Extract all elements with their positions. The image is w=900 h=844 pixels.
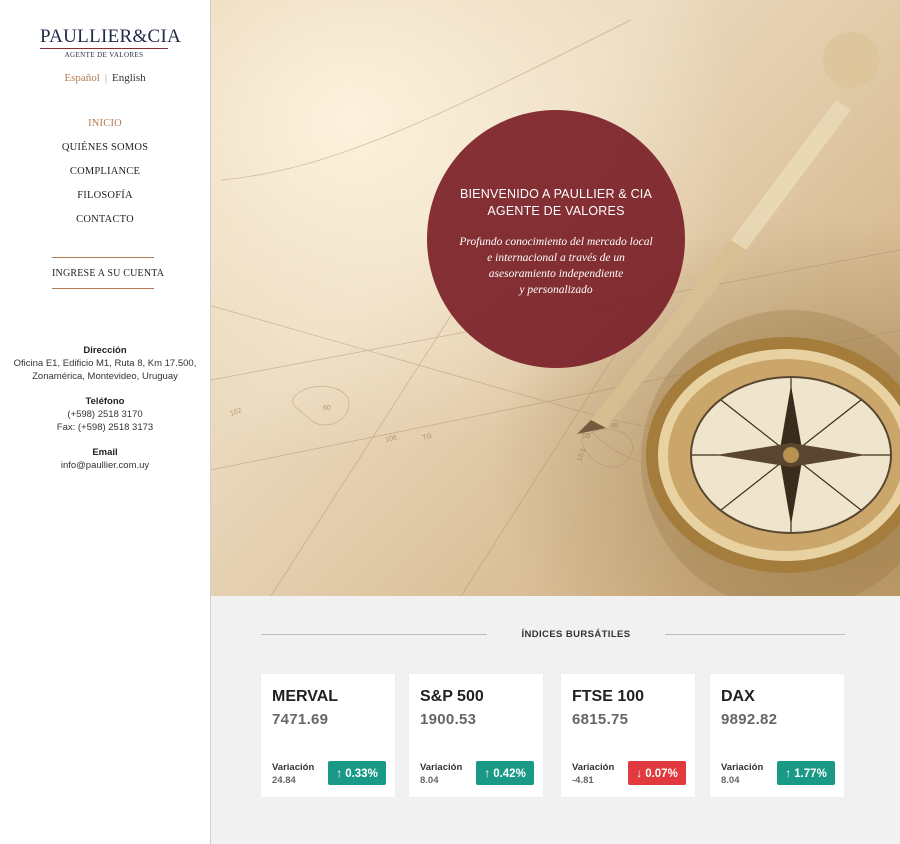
arrow-down-icon: ↓: [636, 766, 643, 780]
variation-label: Variación: [721, 762, 764, 773]
index-name: S&P 500: [420, 688, 484, 705]
variation-label: Variación: [420, 762, 463, 773]
svg-text:60: 60: [323, 405, 331, 412]
stock-indices-section: ÍNDICES BURSÁTILES MERVAL 7471.69 Variac…: [211, 596, 900, 844]
indices-heading-label: ÍNDICES BURSÁTILES: [521, 629, 631, 640]
address-block: Dirección Oficina E1, Edificio M1, Ruta …: [8, 344, 202, 383]
nav-item-filosofia[interactable]: FILOSOFÍA: [0, 188, 210, 212]
phone-block: Teléfono (+598) 2518 3170 Fax: (+598) 25…: [8, 395, 202, 434]
nav-item-compliance[interactable]: COMPLIANCE: [0, 164, 210, 188]
language-spanish-link[interactable]: Español: [64, 72, 99, 84]
svg-text:85: 85: [611, 423, 619, 430]
compass-image: [641, 310, 900, 596]
index-value: 6815.75: [572, 711, 629, 728]
change-percent: 1.77%: [794, 768, 827, 780]
brand-tagline: AGENTE DE VALORES: [64, 51, 144, 59]
welcome-title-line1: BIENVENIDO A PAULLIER & CIA: [459, 187, 653, 201]
variation-value: 8.04: [721, 775, 740, 786]
contact-info: Dirección Oficina E1, Edificio M1, Ruta …: [8, 344, 202, 484]
address-text: Oficina E1, Edificio M1, Ruta 8, Km 17.5…: [13, 358, 197, 382]
svg-text:TG: TG: [581, 433, 591, 440]
index-card-merval: MERVAL 7471.69 Variación 24.84 ↑ 0.33%: [261, 674, 395, 797]
variation-label: Variación: [272, 762, 315, 773]
brand-name: PAULLIER&CIA: [40, 26, 182, 47]
index-card-sp500: S&P 500 1900.53 Variación 8.04 ↑ 0.42%: [409, 674, 543, 797]
index-card-dax: DAX 9892.82 Variación 8.04 ↑ 1.77%: [710, 674, 844, 797]
heading-rule-right: [665, 634, 845, 635]
change-badge: ↓ 0.07%: [628, 761, 686, 785]
variation-value: 24.84: [272, 775, 296, 786]
index-value: 7471.69: [272, 711, 329, 728]
index-name: FTSE 100: [572, 688, 645, 705]
language-english-link[interactable]: English: [112, 72, 146, 84]
svg-text:10.5: 10.5: [576, 447, 587, 462]
change-badge: ↑ 1.77%: [777, 761, 835, 785]
variation-label: Variación: [572, 762, 615, 773]
index-name: MERVAL: [272, 688, 339, 705]
index-value: 9892.82: [721, 711, 778, 728]
variation-value: -4.81: [572, 775, 594, 786]
account-login-link[interactable]: INGRESE A SU CUENTA: [52, 257, 164, 289]
nav-item-inicio[interactable]: INICIO: [0, 116, 210, 140]
email-block: Email info@paullier.com.uy: [8, 446, 202, 472]
hero-banner: 102 60 106 TG TG 85 10.5 BIENVENIDO A PA…: [211, 0, 900, 596]
main-nav: INICIO QUIÉNES SOMOS COMPLIANCE FILOSOFÍ…: [0, 116, 210, 236]
language-switcher: Español | English: [0, 72, 210, 84]
arrow-up-icon: ↑: [785, 766, 792, 780]
welcome-title-line2: AGENTE DE VALORES: [487, 204, 625, 218]
index-name: DAX: [721, 688, 755, 705]
welcome-title: BIENVENIDO A PAULLIER & CIA AGENTE DE VA…: [427, 186, 685, 220]
logo-divider: [40, 48, 168, 49]
arrow-up-icon: ↑: [484, 766, 491, 780]
svg-text:102: 102: [229, 407, 242, 418]
welcome-circle: BIENVENIDO A PAULLIER & CIA AGENTE DE VA…: [427, 110, 685, 368]
nav-item-quienes-somos[interactable]: QUIÉNES SOMOS: [0, 140, 210, 164]
index-value: 1900.53: [420, 711, 477, 728]
change-percent: 0.42%: [493, 768, 526, 780]
heading-rule-left: [261, 634, 487, 635]
welcome-description: Profundo conocimiento del mercado local …: [459, 236, 653, 296]
variation-value: 8.04: [420, 775, 439, 786]
change-badge: ↑ 0.33%: [328, 761, 386, 785]
change-percent: 0.07%: [645, 768, 678, 780]
address-label: Dirección: [83, 345, 127, 356]
brand-logo[interactable]: PAULLIER&CIA AGENTE DE VALORES: [40, 26, 182, 59]
svg-text:106: 106: [385, 434, 398, 444]
indices-heading: ÍNDICES BURSÁTILES: [261, 629, 845, 641]
email-label: Email: [92, 447, 118, 458]
nav-item-contacto[interactable]: CONTACTO: [0, 212, 210, 236]
change-badge: ↑ 0.42%: [476, 761, 534, 785]
language-separator: |: [104, 72, 108, 84]
phone-number: (+598) 2518 3170: [67, 409, 143, 420]
change-percent: 0.33%: [345, 768, 378, 780]
fax-number: Fax: (+598) 2518 3173: [56, 422, 154, 433]
email-link[interactable]: info@paullier.com.uy: [8, 459, 202, 472]
phone-label: Teléfono: [85, 396, 125, 407]
svg-text:TG: TG: [422, 433, 433, 442]
index-card-ftse100: FTSE 100 6815.75 Variación -4.81 ↓ 0.07%: [561, 674, 695, 797]
arrow-up-icon: ↑: [336, 766, 343, 780]
sidebar: PAULLIER&CIA AGENTE DE VALORES Español | E…: [0, 0, 211, 844]
